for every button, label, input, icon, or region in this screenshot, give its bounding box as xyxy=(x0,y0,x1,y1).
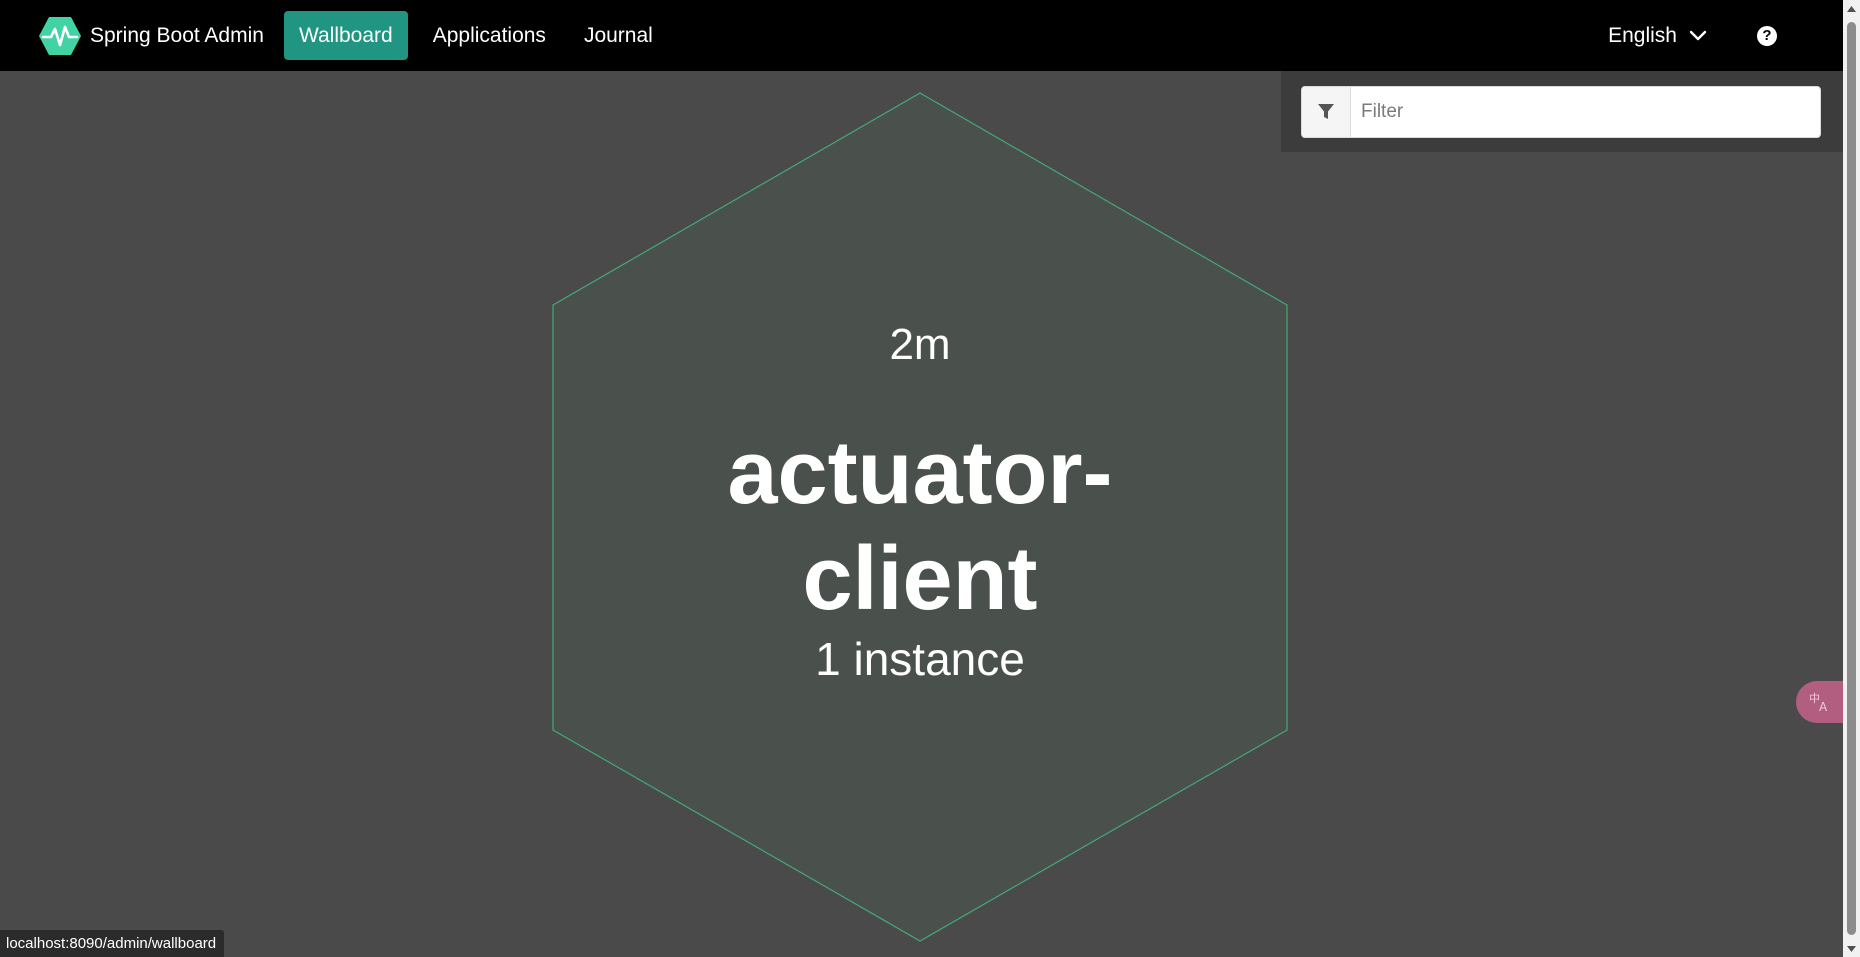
nav-wallboard[interactable]: Wallboard xyxy=(283,11,408,60)
language-dropdown[interactable]: English xyxy=(1608,24,1707,48)
spring-boot-admin-logo-icon xyxy=(39,16,81,55)
scrollbar-thumb[interactable] xyxy=(1847,22,1856,935)
filter-input[interactable] xyxy=(1351,87,1820,137)
vertical-scrollbar[interactable] xyxy=(1843,0,1860,957)
link-status-bar: localhost:8090/admin/wallboard xyxy=(0,930,225,957)
application-name-line2: client xyxy=(802,529,1038,629)
application-name: actuator- client xyxy=(553,420,1287,632)
filter-field xyxy=(1301,86,1821,138)
chevron-down-icon xyxy=(1689,30,1707,40)
top-navbar: Spring Boot Admin Wallboard Applications… xyxy=(0,0,1843,71)
application-name-line1: actuator- xyxy=(727,423,1113,523)
svg-text:A: A xyxy=(1819,700,1828,713)
scroll-up-arrow-icon[interactable] xyxy=(1843,0,1860,17)
filter-panel xyxy=(1281,71,1843,152)
brand-link[interactable]: Spring Boot Admin xyxy=(38,16,264,56)
language-label: English xyxy=(1608,23,1677,47)
application-instance-count: 1 instance xyxy=(815,633,1025,685)
nav-applications[interactable]: Applications xyxy=(418,11,561,60)
translate-icon[interactable]: 中 A xyxy=(1796,681,1846,723)
application-uptime: 2m xyxy=(889,320,951,369)
filter-icon xyxy=(1302,87,1351,137)
scroll-down-arrow-icon[interactable] xyxy=(1843,940,1860,957)
brand-title: Spring Boot Admin xyxy=(90,23,264,47)
help-icon[interactable]: ? xyxy=(1757,25,1777,46)
nav-journal[interactable]: Journal xyxy=(569,11,668,60)
